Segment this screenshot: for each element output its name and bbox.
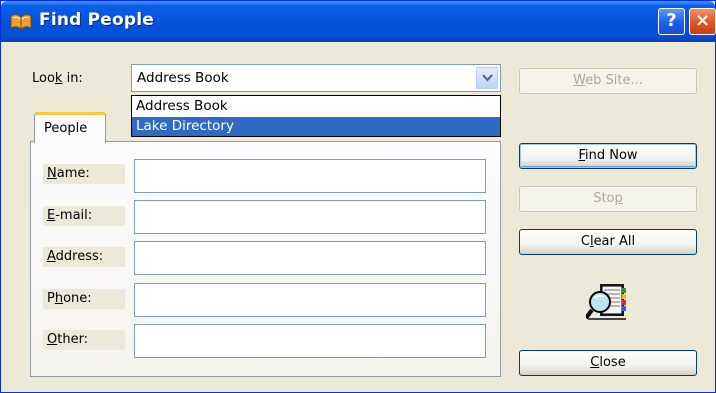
- other-label: Other:: [43, 330, 125, 350]
- other-field[interactable]: [134, 324, 486, 358]
- close-window-button[interactable]: ×: [689, 8, 716, 35]
- look-in-selected-value: Address Book: [137, 70, 229, 86]
- close-button[interactable]: Close: [519, 350, 697, 376]
- name-field[interactable]: [134, 159, 486, 193]
- phone-label: Phone:: [43, 289, 125, 309]
- tab-people[interactable]: People: [34, 112, 106, 143]
- look-in-dropdown[interactable]: Address Book: [131, 64, 501, 92]
- title-bar[interactable]: Find People ? ×: [1, 1, 716, 42]
- find-now-button[interactable]: Find Now: [519, 143, 697, 169]
- email-label: E-mail:: [43, 206, 125, 226]
- dropdown-option-lake-directory[interactable]: Lake Directory: [132, 117, 500, 136]
- address-label: Address:: [43, 247, 125, 267]
- tab-people-label: People: [44, 121, 88, 136]
- web-site-button[interactable]: Web Site...: [519, 68, 697, 94]
- look-in-label: Look in:: [32, 71, 83, 86]
- window-title: Find People: [39, 10, 155, 30]
- look-in-dropdown-list: Address Book Lake Directory: [131, 95, 501, 137]
- find-people-window: Find People ? × Look in: Address Book Ad…: [0, 0, 716, 393]
- address-book-icon: [10, 14, 32, 30]
- chevron-down-icon[interactable]: [476, 67, 498, 89]
- clear-all-button[interactable]: Clear All: [519, 229, 697, 255]
- find-people-book-icon: [586, 284, 626, 320]
- email-field[interactable]: [134, 200, 486, 234]
- phone-field[interactable]: [134, 283, 486, 317]
- dropdown-option-address-book[interactable]: Address Book: [132, 97, 500, 116]
- address-field[interactable]: [134, 241, 486, 275]
- name-label: Name:: [43, 164, 125, 184]
- help-button[interactable]: ?: [658, 8, 685, 35]
- stop-button[interactable]: Stop: [519, 186, 697, 212]
